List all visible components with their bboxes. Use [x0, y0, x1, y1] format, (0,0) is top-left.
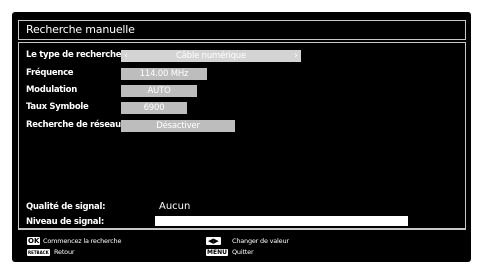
menu-help-text: Quitter: [232, 248, 254, 256]
modulation-value: AUTO: [147, 86, 171, 96]
signal-quality-value: Aucun: [159, 201, 191, 212]
signal-level-bar: [155, 216, 408, 226]
symbol-rate-value: 6900: [143, 103, 165, 113]
search-type-value: Câble numérique: [176, 51, 246, 61]
signal-quality-label: Qualité de signal:: [26, 202, 106, 212]
menu-key-icon: MENU: [206, 249, 228, 256]
network-search-label: Recherche de réseau: [26, 120, 121, 130]
footer-divider: [18, 229, 466, 230]
search-type-label: Le type de recherche: [26, 50, 122, 60]
signal-level-label: Niveau de signal:: [26, 217, 104, 227]
network-search-value: Désactiver: [156, 121, 200, 131]
modulation-field[interactable]: AUTO: [121, 85, 197, 97]
network-search-field[interactable]: Désactiver: [121, 120, 235, 132]
frequency-label: Fréquence: [26, 68, 74, 78]
search-type-selector[interactable]: ‹ Câble numérique ›: [121, 50, 301, 62]
modulation-label: Modulation: [26, 85, 77, 95]
ok-key-icon: OK: [27, 237, 41, 245]
left-arrow-icon[interactable]: ‹: [122, 50, 130, 62]
ok-help-text: Commencez la recherche: [43, 237, 122, 245]
page-title: Recherche manuelle: [26, 23, 135, 36]
frequency-field[interactable]: 114.00 MHz: [121, 68, 207, 80]
tv-screen: Recherche manuelle Le type de recherche …: [12, 12, 471, 262]
frequency-value: 114.00 MHz: [139, 69, 189, 79]
right-arrow-icon[interactable]: ›: [292, 50, 300, 62]
back-help-text: Retour: [54, 248, 75, 256]
change-value-help-text: Changer de valeur: [232, 237, 289, 245]
settings-panel: Le type de recherche ‹ Câble numérique ›…: [18, 42, 466, 229]
back-key-icon: RETBACK: [27, 249, 50, 256]
symbol-rate-label: Taux Symbole: [26, 102, 89, 112]
left-right-keys-icon: ◀▶: [206, 237, 221, 245]
symbol-rate-field[interactable]: 6900: [121, 102, 187, 114]
title-bar: Recherche manuelle: [18, 20, 466, 40]
